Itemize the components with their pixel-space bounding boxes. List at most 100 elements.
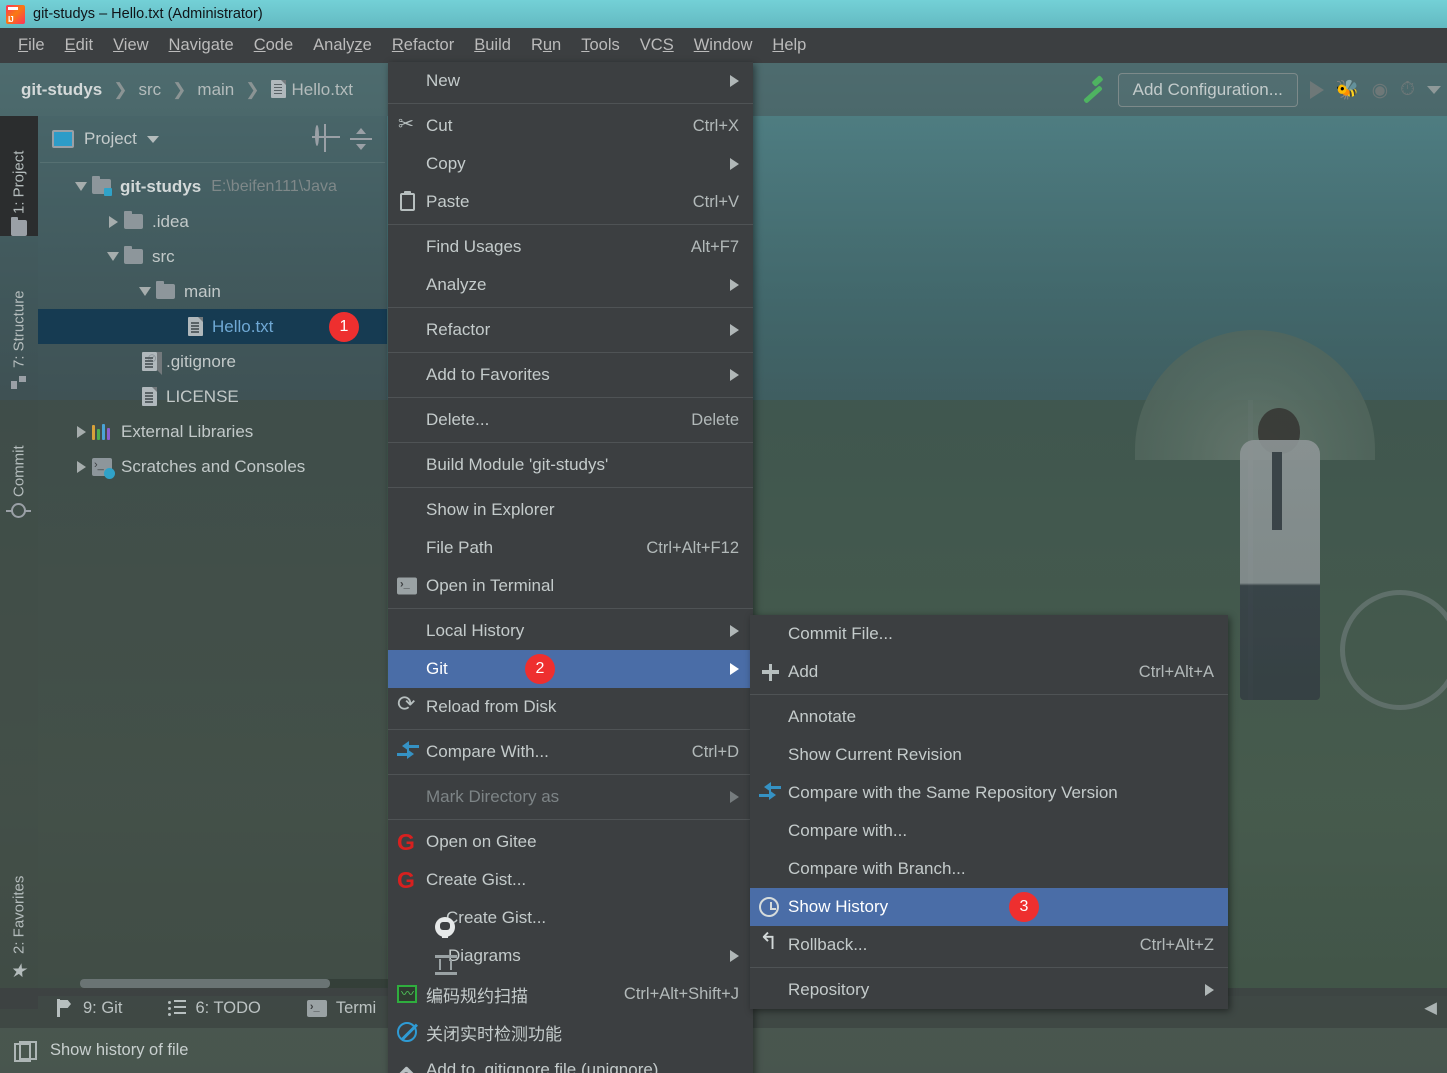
menu-item-label: Create Gist... (446, 908, 547, 927)
menu-item-compare-with[interactable]: Compare With... Ctrl+D (388, 733, 753, 771)
expand-arrow-icon[interactable] (102, 215, 124, 228)
tool-window-icon[interactable] (14, 1040, 37, 1062)
menu-item-open-in-terminal[interactable]: Open in Terminal (388, 567, 753, 605)
menu-item-git[interactable]: Git 2 (388, 650, 753, 688)
tree-row-scratches-and-consoles[interactable]: Scratches and Consoles (38, 449, 387, 484)
compare-icon (397, 741, 419, 763)
menu-item-label: Compare with... (788, 821, 908, 840)
expand-arrow-icon[interactable] (134, 287, 156, 296)
menu-item-open-on-gitee[interactable]: G Open on Gitee (388, 823, 753, 861)
menu-view[interactable]: View (103, 33, 158, 58)
tree-row-git-studys[interactable]: git-studys E:\beifen111\Java (38, 169, 387, 204)
chevron-down-icon[interactable] (1427, 86, 1441, 94)
tree-row-src[interactable]: src (38, 239, 387, 274)
menu-help[interactable]: Help (762, 33, 816, 58)
project-panel-title[interactable]: Project (84, 129, 137, 149)
scroll-from-source-icon[interactable] (315, 125, 339, 151)
collapse-all-icon[interactable] (349, 128, 373, 150)
menu-item-add-to-gitignore[interactable]: Add to .gitignore file (unignore) (388, 1051, 753, 1073)
tree-row-hello-txt[interactable]: Hello.txt 1 (38, 309, 387, 344)
menu-item-show-in-explorer[interactable]: Show in Explorer (388, 491, 753, 529)
chevron-down-icon[interactable] (146, 135, 159, 143)
menu-tools[interactable]: Tools (571, 33, 630, 58)
bottom-item-todo[interactable]: 6: TODO (168, 999, 261, 1018)
expand-arrow-icon[interactable] (70, 425, 92, 438)
breadcrumb-project[interactable]: git-studys (14, 78, 109, 102)
bottom-item-git[interactable]: 9: Git (56, 999, 122, 1018)
menu-edit[interactable]: Edit (55, 33, 103, 58)
menu-item-refactor[interactable]: Refactor (388, 311, 753, 349)
menu-item-rollback[interactable]: Rollback... Ctrl+Alt+Z (750, 926, 1228, 964)
expand-arrow-icon[interactable] (102, 252, 124, 261)
menu-item-label: Copy (426, 154, 466, 173)
rollback-icon (759, 928, 781, 956)
bottom-item-terminal[interactable]: Termi (306, 999, 376, 1018)
menu-refactor[interactable]: Refactor (382, 33, 464, 58)
menu-item-cut[interactable]: Cut Ctrl+X (388, 107, 753, 145)
menu-item-code-convention-scan[interactable]: 编码规约扫描 Ctrl+Alt+Shift+J (388, 975, 753, 1013)
menu-item-repository[interactable]: Repository (750, 971, 1228, 1009)
menu-window[interactable]: Window (684, 33, 763, 58)
tree-label: src (152, 246, 175, 266)
menu-item-diagrams[interactable]: Diagrams (388, 937, 753, 975)
sidebar-item-commit[interactable]: Commit (0, 398, 38, 518)
tree-row-idea[interactable]: .idea (38, 204, 387, 239)
tree-row-license[interactable]: LICENSE (38, 379, 387, 414)
tree-row-gitignore[interactable]: .gitignore (38, 344, 387, 379)
menu-item-show-history[interactable]: Show History 3 (750, 888, 1228, 926)
breadcrumb-main[interactable]: main (190, 78, 241, 102)
menu-item-commit-file[interactable]: Commit File... (750, 615, 1228, 653)
menu-item-add-to-favorites[interactable]: Add to Favorites (388, 356, 753, 394)
menu-item-compare-with-same-repository-version[interactable]: Compare with the Same Repository Version (750, 774, 1228, 812)
menu-item-create-gist-gitee[interactable]: G Create Gist... (388, 861, 753, 899)
menu-item-paste[interactable]: Paste Ctrl+V (388, 183, 753, 221)
menu-file[interactable]: File (8, 33, 55, 58)
menu-item-annotate[interactable]: Annotate (750, 698, 1228, 736)
hammer-icon[interactable] (1078, 76, 1106, 104)
sidebar-item-project[interactable]: 1: Project (0, 116, 38, 236)
menu-item-build-module[interactable]: Build Module 'git-studys' (388, 446, 753, 484)
breadcrumb-file[interactable]: Hello.txt (264, 78, 360, 102)
submenu-arrow-icon (730, 625, 739, 637)
main-menu-bar[interactable]: File Edit View Navigate Code Analyze Ref… (0, 28, 1447, 63)
sidebar-item-structure[interactable]: 7: Structure (0, 240, 38, 390)
menu-navigate[interactable]: Navigate (159, 33, 244, 58)
menu-item-reload-from-disk[interactable]: Reload from Disk (388, 688, 753, 726)
menu-vcs[interactable]: VCS (630, 33, 684, 58)
menu-analyze[interactable]: Analyze (303, 33, 382, 58)
gitignore-icon (393, 1066, 420, 1073)
debug-icon[interactable]: 🐝 (1336, 78, 1360, 102)
menu-item-compare-with-branch[interactable]: Compare with Branch... (750, 850, 1228, 888)
menu-item-file-path[interactable]: File Path Ctrl+Alt+F12 (388, 529, 753, 567)
menu-item-delete[interactable]: Delete... Delete (388, 401, 753, 439)
sidebar-item-favorites[interactable]: ★ 2: Favorites (0, 816, 38, 982)
breadcrumb-src[interactable]: src (131, 78, 168, 102)
menu-item-label: Local History (426, 621, 525, 640)
tree-row-main[interactable]: main (38, 274, 387, 309)
menu-item-find-usages[interactable]: Find Usages Alt+F7 (388, 228, 753, 266)
menu-separator (388, 397, 753, 398)
chevron-left-icon[interactable]: ◀ (1424, 998, 1437, 1018)
tree-row-external-libraries[interactable]: External Libraries (38, 414, 387, 449)
menu-item-create-gist-github[interactable]: Create Gist... (388, 899, 753, 938)
menu-item-new[interactable]: New (388, 62, 753, 100)
menu-item-analyze[interactable]: Analyze (388, 266, 753, 304)
menu-item-disable-realtime-detection[interactable]: 关闭实时检测功能 (388, 1013, 753, 1051)
expand-arrow-icon[interactable] (70, 182, 92, 191)
menu-item-copy[interactable]: Copy (388, 145, 753, 183)
run-icon[interactable] (1309, 81, 1324, 99)
run-with-coverage-icon[interactable]: ◉ (1372, 79, 1389, 102)
menu-item-accelerator: Ctrl+Alt+Z (1139, 935, 1214, 954)
profiler-icon[interactable]: ⏱ (1400, 79, 1415, 101)
project-panel-horizontal-scrollbar[interactable] (80, 979, 414, 988)
menu-run[interactable]: Run (521, 33, 571, 58)
menu-item-compare-with[interactable]: Compare with... (750, 812, 1228, 850)
menu-item-local-history[interactable]: Local History (388, 612, 753, 650)
menu-build[interactable]: Build (464, 33, 521, 58)
menu-item-add[interactable]: Add Ctrl+Alt+A (750, 653, 1228, 691)
expand-arrow-icon[interactable] (70, 460, 92, 473)
cut-icon (397, 113, 419, 137)
menu-item-show-current-revision[interactable]: Show Current Revision (750, 736, 1228, 774)
menu-code[interactable]: Code (244, 33, 303, 58)
add-configuration-button[interactable]: Add Configuration... (1117, 73, 1298, 107)
